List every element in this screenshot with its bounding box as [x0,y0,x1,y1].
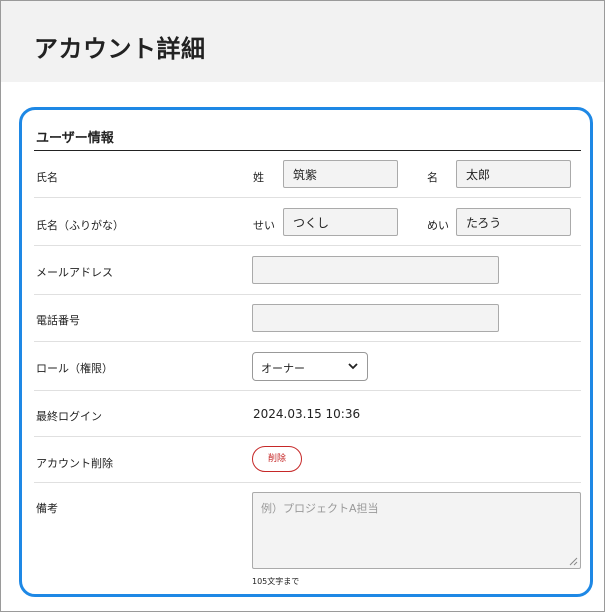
last-name-field[interactable]: 筑紫 [283,160,398,188]
role-label: ロール（権限） [36,362,113,375]
email-label: メールアドレス [36,266,113,279]
phone-field[interactable] [252,304,499,332]
notes-label: 備考 [36,502,58,515]
role-select[interactable]: オーナー [252,352,368,381]
user-info-card: ユーザー情報 氏名 姓 筑紫 名 太郎 氏名（ふりがな） せい つくし めい た… [19,107,593,597]
resize-grip-icon[interactable] [569,557,578,566]
first-kana-label: めい [427,219,449,232]
page-header: アカウント詳細 [1,1,604,82]
row-divider [34,245,581,246]
delete-account-button[interactable]: 削除 [252,446,302,472]
last-name-label: 姓 [253,171,264,184]
row-divider [34,294,581,295]
page-title: アカウント詳細 [34,35,206,63]
row-divider [34,341,581,342]
notes-textarea[interactable]: 例）プロジェクトA担当 [252,492,581,569]
last-login-label: 最終ログイン [36,410,102,423]
chevron-down-icon [348,363,358,370]
section-divider [34,150,581,151]
role-select-value: オーナー [261,362,305,375]
name-label: 氏名 [36,171,58,184]
row-divider [34,436,581,437]
first-name-field[interactable]: 太郎 [456,160,571,188]
row-divider [34,482,581,483]
row-divider [34,390,581,391]
kana-label: 氏名（ふりがな） [36,219,124,232]
delete-account-label: アカウント削除 [36,457,113,470]
last-kana-field[interactable]: つくし [283,208,398,236]
notes-placeholder: 例）プロジェクトA担当 [261,502,379,515]
section-title: ユーザー情報 [36,131,114,146]
email-field[interactable] [252,256,499,284]
phone-label: 電話番号 [36,314,80,327]
first-kana-field[interactable]: たろう [456,208,571,236]
last-login-value: 2024.03.15 10:36 [253,407,361,421]
first-name-label: 名 [427,171,438,184]
char-limit-note: 105文字まで [252,577,300,586]
row-divider [34,197,581,198]
last-kana-label: せい [253,219,275,232]
